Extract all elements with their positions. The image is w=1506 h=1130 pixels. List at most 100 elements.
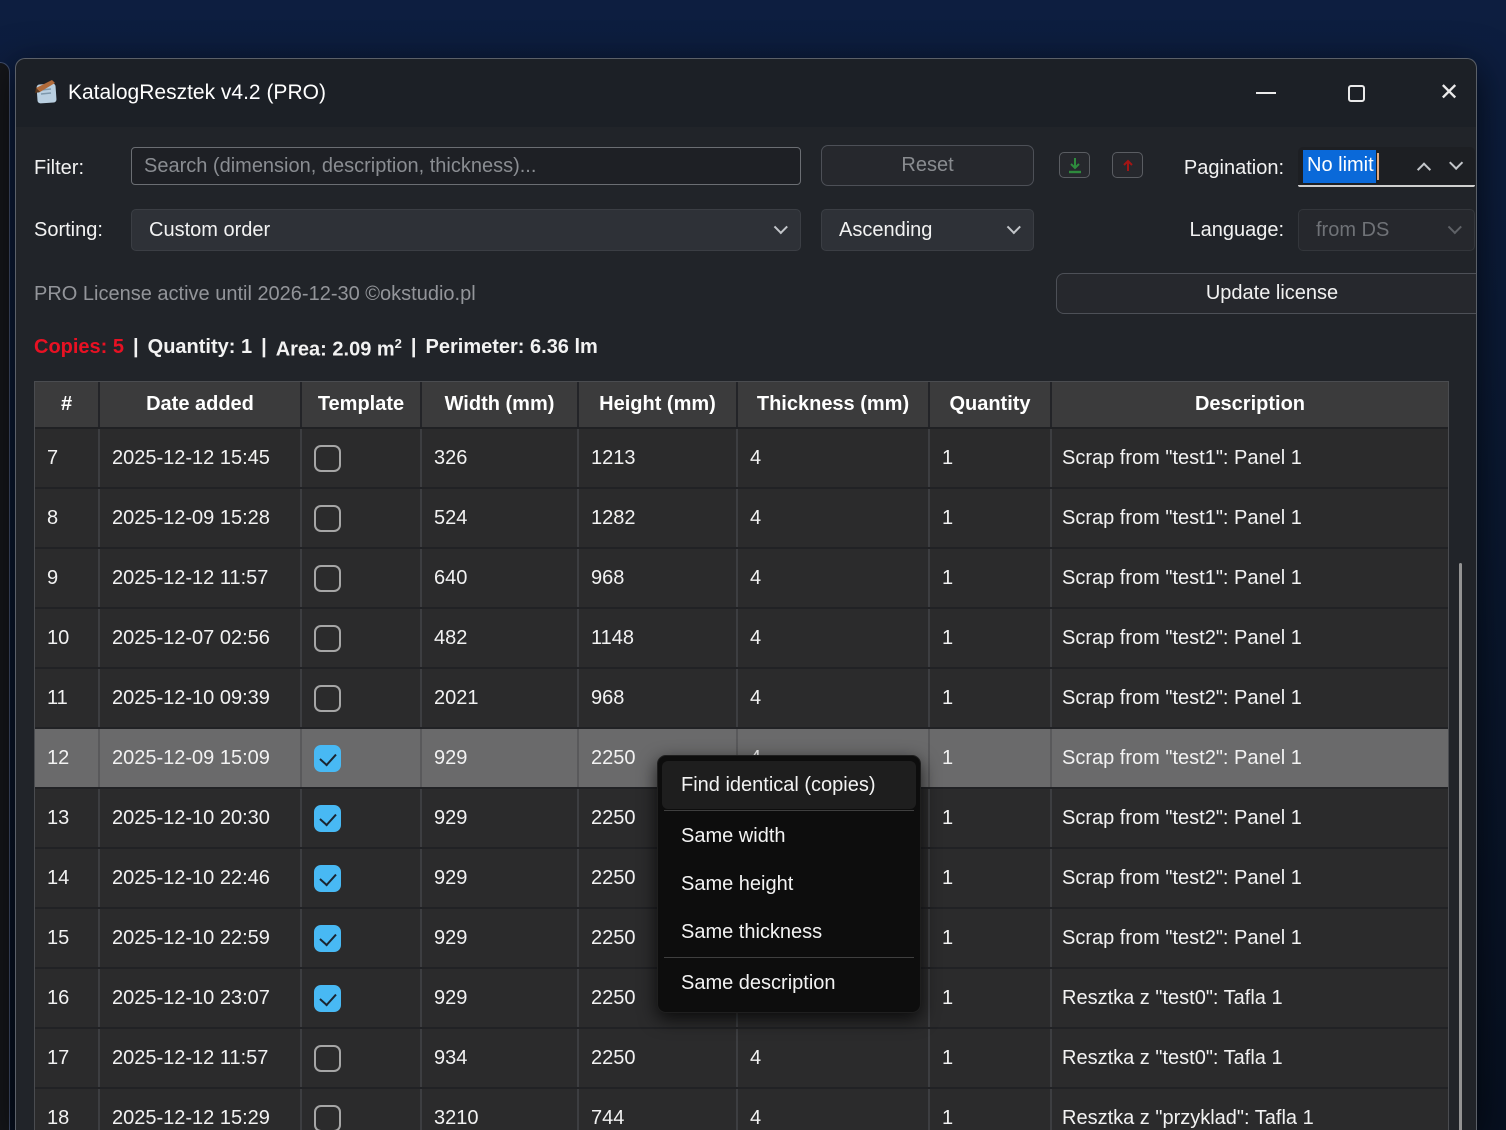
table-row[interactable]: 17 2025-12-12 11:57 934 2250 4 1 Resztka… <box>35 1027 1448 1087</box>
template-checkbox[interactable] <box>314 445 341 472</box>
template-checkbox[interactable] <box>314 925 341 952</box>
column-header-date-added[interactable]: Date added <box>100 382 302 427</box>
title-bar[interactable]: KatalogResztek v4.2 (PRO) ✕ <box>16 59 1476 127</box>
table-row[interactable]: 8 2025-12-09 15:28 524 1282 4 1 Scrap fr… <box>35 487 1448 547</box>
menu-item-same-description[interactable]: Same description <box>662 959 916 1007</box>
row-width: 929 <box>422 909 579 967</box>
template-checkbox[interactable] <box>314 1105 341 1130</box>
row-template-cell <box>302 909 422 967</box>
reset-button[interactable]: Reset <box>821 145 1034 186</box>
row-number: 15 <box>35 909 100 967</box>
row-date-added: 2025-12-12 11:57 <box>100 1029 302 1087</box>
stat-separator: | <box>411 336 417 359</box>
row-width: 326 <box>422 429 579 487</box>
minimize-button[interactable] <box>1243 76 1289 110</box>
table-row[interactable]: 18 2025-12-12 15:29 3210 744 4 1 Resztka… <box>35 1087 1448 1130</box>
row-thickness: 4 <box>738 609 930 667</box>
filter-label: Filter: <box>34 157 84 180</box>
row-date-added: 2025-12-10 20:30 <box>100 789 302 847</box>
menu-item-same-width[interactable]: Same width <box>662 812 916 860</box>
row-template-cell <box>302 549 422 607</box>
spinner-up-icon[interactable] <box>1417 162 1431 176</box>
pagination-value: No limit <box>1303 150 1376 183</box>
row-template-cell <box>302 669 422 727</box>
spinner-down-icon[interactable] <box>1449 156 1463 170</box>
row-height: 2250 <box>579 1029 738 1087</box>
row-quantity: 1 <box>930 609 1052 667</box>
table-row[interactable]: 9 2025-12-12 11:57 640 968 4 1 Scrap fro… <box>35 547 1448 607</box>
sorting-value: Custom order <box>149 219 270 242</box>
close-button[interactable]: ✕ <box>1426 76 1472 110</box>
row-number: 8 <box>35 489 100 547</box>
row-quantity: 1 <box>930 489 1052 547</box>
menu-separator <box>664 957 914 958</box>
column-header-width[interactable]: Width (mm) <box>422 382 579 427</box>
row-thickness: 4 <box>738 669 930 727</box>
green-arrow-down-tray-icon <box>1067 157 1083 174</box>
row-date-added: 2025-12-10 09:39 <box>100 669 302 727</box>
direction-value: Ascending <box>839 219 932 242</box>
row-date-added: 2025-12-10 22:59 <box>100 909 302 967</box>
column-header-thickness[interactable]: Thickness (mm) <box>738 382 930 427</box>
table-row[interactable]: 11 2025-12-10 09:39 2021 968 4 1 Scrap f… <box>35 667 1448 727</box>
table-row[interactable]: 10 2025-12-07 02:56 482 1148 4 1 Scrap f… <box>35 607 1448 667</box>
row-number: 10 <box>35 609 100 667</box>
app-notes-pencil-icon <box>34 79 62 105</box>
template-checkbox[interactable] <box>314 805 341 832</box>
import-button[interactable] <box>1059 152 1090 178</box>
column-header-num[interactable]: # <box>35 382 100 427</box>
row-description: Resztka z "test0": Tafla 1 <box>1052 1029 1448 1087</box>
window-title: KatalogResztek v4.2 (PRO) <box>68 59 326 127</box>
stat-separator: | <box>133 336 139 359</box>
search-input[interactable] <box>131 147 801 185</box>
pagination-spinner[interactable]: No limit <box>1298 147 1475 187</box>
table-row[interactable]: 7 2025-12-12 15:45 326 1213 4 1 Scrap fr… <box>35 427 1448 487</box>
row-date-added: 2025-12-09 15:28 <box>100 489 302 547</box>
row-template-cell <box>302 849 422 907</box>
template-checkbox[interactable] <box>314 565 341 592</box>
row-date-added: 2025-12-12 15:29 <box>100 1089 302 1130</box>
row-quantity: 1 <box>930 549 1052 607</box>
template-checkbox[interactable] <box>314 985 341 1012</box>
update-license-button[interactable]: Update license <box>1056 273 1477 314</box>
menu-separator <box>664 810 914 811</box>
license-status: PRO License active until 2026-12-30 ©oks… <box>34 283 476 306</box>
template-checkbox[interactable] <box>314 1045 341 1072</box>
row-quantity: 1 <box>930 849 1052 907</box>
column-header-description[interactable]: Description <box>1052 382 1448 427</box>
language-dropdown[interactable]: from DS <box>1298 209 1475 251</box>
menu-item-same-thickness[interactable]: Same thickness <box>662 908 916 956</box>
row-description: Scrap from "test2": Panel 1 <box>1052 729 1448 787</box>
text-caret <box>1377 153 1379 180</box>
row-number: 16 <box>35 969 100 1027</box>
template-checkbox[interactable] <box>314 505 341 532</box>
chevron-down-icon <box>1448 220 1462 234</box>
table-scrollbar[interactable] <box>1459 563 1462 1130</box>
perimeter-stat: Perimeter: 6.36 lm <box>426 336 598 359</box>
row-height: 1148 <box>579 609 738 667</box>
template-checkbox[interactable] <box>314 865 341 892</box>
row-description: Scrap from "test1": Panel 1 <box>1052 489 1448 547</box>
direction-dropdown[interactable]: Ascending <box>821 209 1034 251</box>
column-header-template[interactable]: Template <box>302 382 422 427</box>
row-thickness: 4 <box>738 1089 930 1130</box>
menu-item-same-height[interactable]: Same height <box>662 860 916 908</box>
sorting-dropdown[interactable]: Custom order <box>131 209 801 251</box>
template-checkbox[interactable] <box>314 685 341 712</box>
maximize-icon <box>1348 85 1365 102</box>
template-checkbox[interactable] <box>314 745 341 772</box>
app-window: KatalogResztek v4.2 (PRO) ✕ Filter: Rese… <box>15 58 1477 1130</box>
template-checkbox[interactable] <box>314 625 341 652</box>
row-quantity: 1 <box>930 1029 1052 1087</box>
column-header-height[interactable]: Height (mm) <box>579 382 738 427</box>
language-value: from DS <box>1316 219 1389 242</box>
maximize-button[interactable] <box>1333 76 1379 110</box>
row-width: 929 <box>422 849 579 907</box>
row-number: 9 <box>35 549 100 607</box>
selection-stats: Copies: 5 | Quantity: 1 | Area: 2.09 m2 … <box>34 336 598 362</box>
row-width: 524 <box>422 489 579 547</box>
row-date-added: 2025-12-10 22:46 <box>100 849 302 907</box>
menu-item-find-identical[interactable]: Find identical (copies) <box>662 761 916 809</box>
row-description: Scrap from "test2": Panel 1 <box>1052 669 1448 727</box>
column-header-quantity[interactable]: Quantity <box>930 382 1052 427</box>
